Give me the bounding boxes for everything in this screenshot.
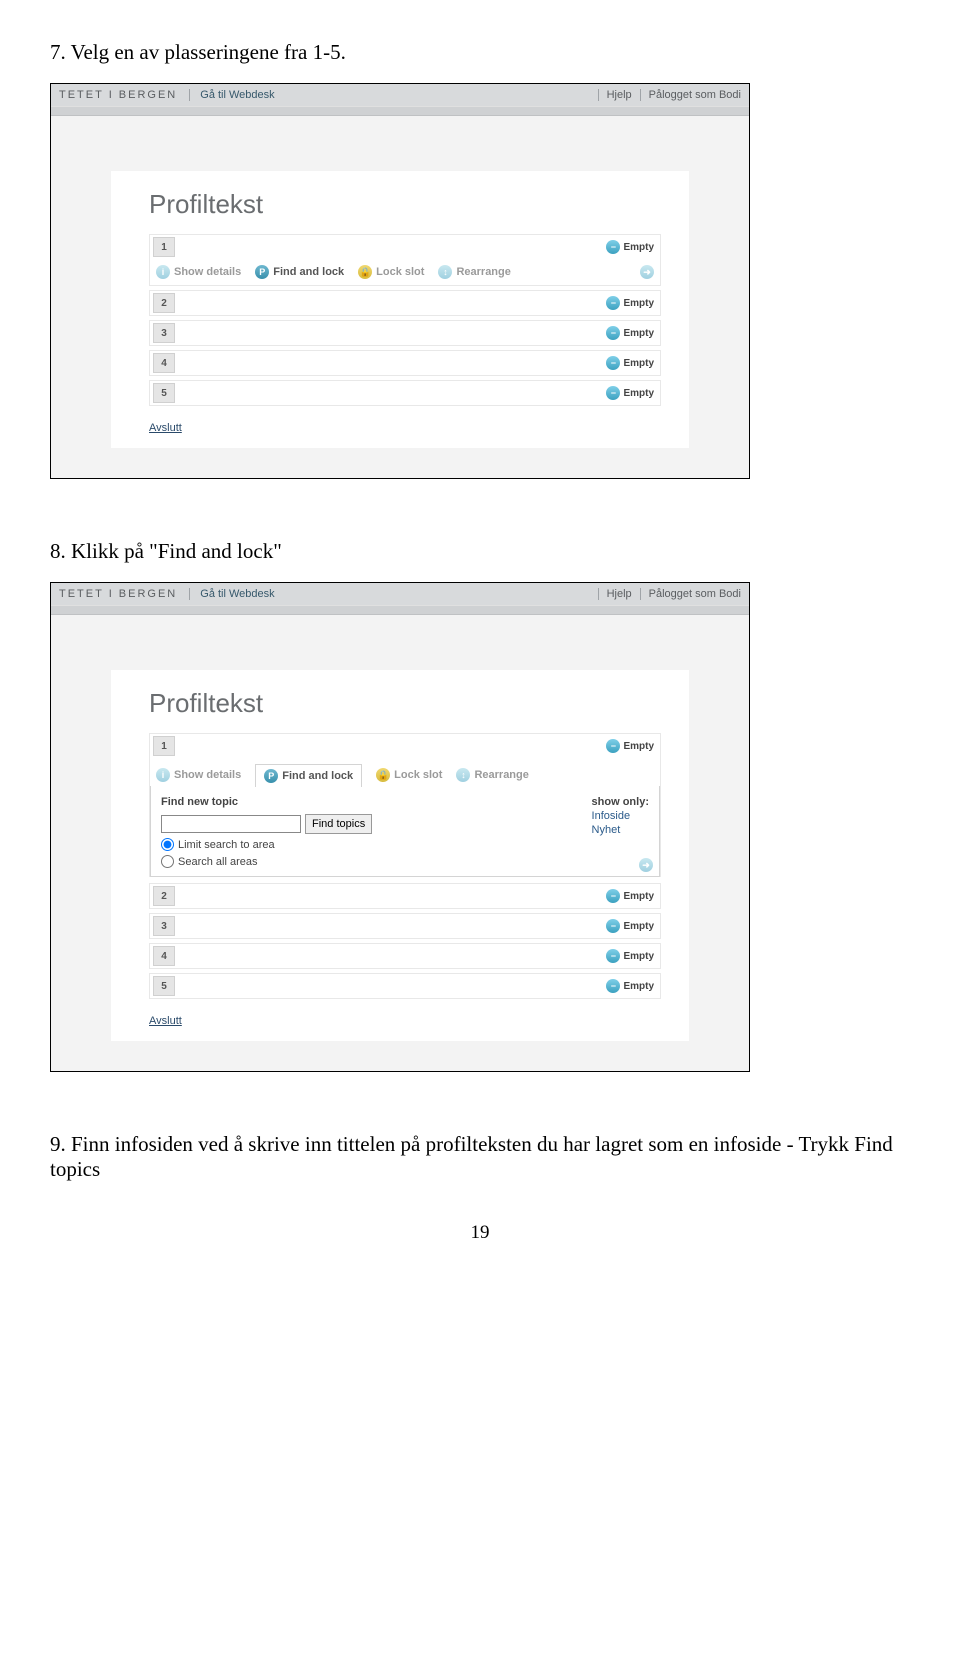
find-topics-button[interactable]: Find topics [305, 814, 372, 834]
search-icon: P [255, 265, 269, 279]
slot-2[interactable]: 2 − Empty [149, 883, 661, 909]
show-only-label: show only: [592, 796, 649, 808]
empty-icon: − [606, 326, 620, 340]
empty-icon: − [606, 386, 620, 400]
slot-num-1: 1 [153, 736, 175, 756]
lock-slot-button[interactable]: 🔒 Lock slot [376, 768, 442, 782]
empty-icon: − [606, 889, 620, 903]
slot-num-2: 2 [153, 293, 175, 313]
screenshot-1: TETET I BERGEN Gå til Webdesk Hjelp Pålo… [50, 83, 750, 479]
slot-num-3: 3 [153, 323, 175, 343]
info-icon: i [156, 265, 170, 279]
slot-num-2: 2 [153, 886, 175, 906]
empty-icon: − [606, 949, 620, 963]
empty-icon: − [606, 240, 620, 254]
slot-status-1: − Empty [606, 240, 660, 254]
limit-radio-input[interactable] [161, 838, 174, 851]
rearrange-button[interactable]: ↕ Rearrange [456, 768, 528, 782]
brand-text: TETET I BERGEN [59, 89, 177, 101]
slot-1[interactable]: 1 − Empty i Show details P Find and lock [149, 234, 661, 286]
arrow-icon[interactable]: ➜ [640, 265, 654, 279]
content-area: Profiltekst 1 − Empty i Show details [51, 116, 749, 478]
content-area: Profiltekst 1 − Empty i Show details [51, 615, 749, 1071]
nyhet-link[interactable]: Nyhet [592, 824, 649, 836]
slot-1[interactable]: 1 − Empty i Show details P Find and lock [149, 733, 661, 877]
gray-band [51, 606, 749, 615]
logged-in-text: Pålogget som Bodi [640, 89, 741, 101]
action-row: i Show details P Find and lock 🔒 Lock sl… [150, 259, 660, 285]
topbar: TETET I BERGEN Gå til Webdesk Hjelp Pålo… [51, 84, 749, 107]
instruction-9: 9. Finn infosiden ved å skrive inn titte… [50, 1132, 910, 1182]
empty-icon: − [606, 919, 620, 933]
show-details-button[interactable]: i Show details [156, 265, 241, 279]
slot-3[interactable]: 3 − Empty [149, 913, 661, 939]
find-lock-tab[interactable]: P Find and lock [255, 764, 362, 787]
empty-icon: − [606, 356, 620, 370]
rearrange-icon: ↕ [456, 768, 470, 782]
page-number: 19 [50, 1222, 910, 1244]
find-new-topic-label: Find new topic [161, 796, 444, 808]
avslutt-link[interactable]: Avslutt [149, 1015, 661, 1027]
rearrange-icon: ↕ [438, 265, 452, 279]
search-all-radio[interactable]: Search all areas [161, 855, 444, 868]
lock-icon: 🔒 [358, 265, 372, 279]
empty-icon: − [606, 296, 620, 310]
slot-num-4: 4 [153, 946, 175, 966]
slot-3[interactable]: 3 − Empty [149, 320, 661, 346]
slot-5[interactable]: 5 − Empty [149, 380, 661, 406]
slot-2[interactable]: 2 − Empty [149, 290, 661, 316]
search-icon: P [264, 769, 278, 783]
profiltekst-panel: Profiltekst 1 − Empty i Show details [111, 171, 689, 448]
find-topic-input[interactable] [161, 815, 301, 833]
slot-num-1: 1 [153, 237, 175, 257]
help-link[interactable]: Hjelp [598, 89, 632, 101]
logged-in-text: Pålogget som Bodi [640, 588, 741, 600]
instruction-7: 7. Velg en av plasseringene fra 1-5. [50, 40, 910, 65]
lock-slot-button[interactable]: 🔒 Lock slot [358, 265, 424, 279]
arrow-icon[interactable]: ➜ [639, 858, 653, 872]
limit-search-radio[interactable]: Limit search to area [161, 838, 444, 851]
all-radio-label: Search all areas [178, 856, 258, 868]
empty-icon: − [606, 979, 620, 993]
panel-title: Profiltekst [149, 688, 661, 719]
lock-icon: 🔒 [376, 768, 390, 782]
profiltekst-panel: Profiltekst 1 − Empty i Show details [111, 670, 689, 1041]
slot-4[interactable]: 4 − Empty [149, 350, 661, 376]
slot-status-4: − Empty [606, 949, 660, 963]
limit-radio-label: Limit search to area [178, 839, 275, 851]
panel-title: Profiltekst [149, 189, 661, 220]
help-link[interactable]: Hjelp [598, 588, 632, 600]
all-radio-input[interactable] [161, 855, 174, 868]
slot-num-5: 5 [153, 976, 175, 996]
rearrange-button[interactable]: ↕ Rearrange [438, 265, 510, 279]
slot-status-1: − Empty [606, 739, 660, 753]
slot-status-5: − Empty [606, 979, 660, 993]
slot-num-3: 3 [153, 916, 175, 936]
avslutt-link[interactable]: Avslutt [149, 422, 661, 434]
slot-status-2: − Empty [606, 296, 660, 310]
slot-num-4: 4 [153, 353, 175, 373]
action-row: i Show details P Find and lock 🔒 Lock sl… [150, 758, 660, 786]
slot-status-3: − Empty [606, 326, 660, 340]
info-icon: i [156, 768, 170, 782]
slot-4[interactable]: 4 − Empty [149, 943, 661, 969]
empty-icon: − [606, 739, 620, 753]
topbar: TETET I BERGEN Gå til Webdesk Hjelp Pålo… [51, 583, 749, 606]
find-panel: Find new topic Find topics Limit search … [150, 786, 660, 877]
slot-5[interactable]: 5 − Empty [149, 973, 661, 999]
brand-text: TETET I BERGEN [59, 588, 177, 600]
infoside-link[interactable]: Infoside [592, 810, 649, 822]
find-lock-button[interactable]: P Find and lock [255, 265, 344, 279]
gray-band [51, 107, 749, 116]
slot-num-5: 5 [153, 383, 175, 403]
slot-status-3: − Empty [606, 919, 660, 933]
instruction-8: 8. Klikk på "Find and lock" [50, 539, 910, 564]
show-details-button[interactable]: i Show details [156, 768, 241, 782]
slot-status-4: − Empty [606, 356, 660, 370]
slot-status-2: − Empty [606, 889, 660, 903]
screenshot-2: TETET I BERGEN Gå til Webdesk Hjelp Pålo… [50, 582, 750, 1072]
slot-status-5: − Empty [606, 386, 660, 400]
webdesk-link[interactable]: Gå til Webdesk [189, 588, 274, 600]
webdesk-link[interactable]: Gå til Webdesk [189, 89, 274, 101]
